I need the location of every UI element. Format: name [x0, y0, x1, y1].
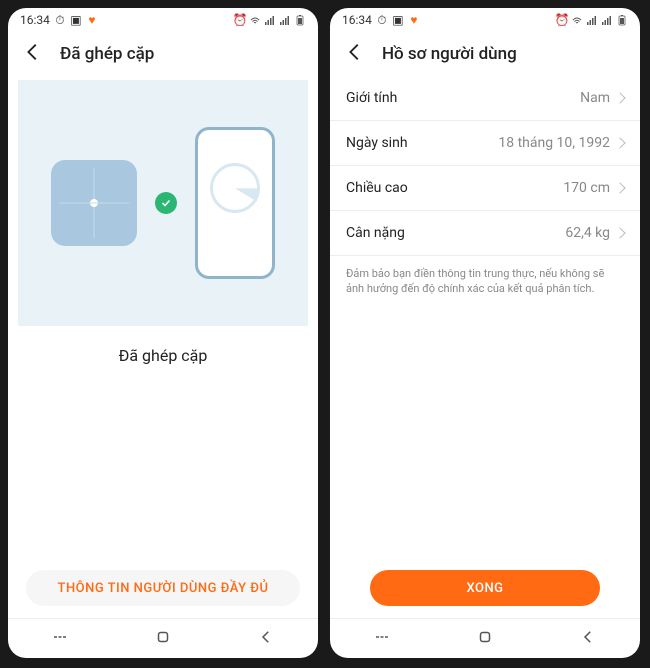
check-icon	[155, 192, 177, 214]
button-label: XONG	[466, 581, 503, 596]
chevron-right-icon	[614, 137, 625, 148]
wifi-icon	[249, 14, 261, 26]
back-button[interactable]	[344, 41, 366, 67]
home-button[interactable]	[154, 628, 172, 650]
alarm-icon: ⏰	[234, 14, 246, 26]
button-label: THÔNG TIN NGƯỜI DÙNG ĐẦY ĐỦ	[58, 581, 269, 596]
clock-icon: ⏱	[376, 14, 388, 26]
chevron-right-icon	[614, 227, 625, 238]
status-bar: 16:34 ⏱ ▣ ♥ ⏰	[330, 8, 640, 32]
battery-icon	[294, 14, 306, 26]
signal-icon	[279, 14, 291, 26]
android-navbar	[330, 618, 640, 658]
home-button[interactable]	[476, 628, 494, 650]
camera-icon: ▣	[70, 14, 82, 26]
wifi-icon	[571, 14, 583, 26]
battery-icon	[616, 14, 628, 26]
row-gender[interactable]: Giới tính Nam	[330, 76, 640, 121]
paired-status-text: Đã ghép cặp	[8, 346, 318, 365]
nav-back-button[interactable]	[579, 628, 597, 650]
row-value: 62,4 kg	[565, 225, 610, 241]
page-title: Đã ghép cặp	[60, 44, 154, 64]
nav-back-button[interactable]	[257, 628, 275, 650]
row-value: Nam	[580, 90, 610, 106]
signal-icon	[601, 14, 613, 26]
heart-icon: ♥	[86, 14, 98, 26]
status-time: 16:34	[342, 13, 372, 27]
header: Đã ghép cặp	[8, 32, 318, 76]
row-height[interactable]: Chiều cao 170 cm	[330, 166, 640, 211]
recents-button[interactable]	[51, 628, 69, 650]
signal-icon	[586, 14, 598, 26]
row-label: Cân nặng	[346, 225, 405, 241]
clock-icon: ⏱	[54, 14, 66, 26]
screen-paired: 16:34 ⏱ ▣ ♥ ⏰ Đã ghép cặp Đã ghép cặp TH…	[8, 8, 318, 658]
status-bar: 16:34 ⏱ ▣ ♥ ⏰	[8, 8, 318, 32]
chevron-right-icon	[614, 182, 625, 193]
row-label: Chiều cao	[346, 180, 408, 196]
status-time: 16:34	[20, 13, 50, 27]
pairing-illustration	[18, 80, 308, 326]
complete-profile-button[interactable]: THÔNG TIN NGƯỜI DÙNG ĐẦY ĐỦ	[26, 570, 300, 606]
signal-icon	[264, 14, 276, 26]
back-button[interactable]	[22, 41, 44, 67]
accuracy-hint: Đảm bảo bạn điền thông tin trung thực, n…	[330, 256, 640, 307]
page-title: Hồ sơ người dùng	[382, 44, 517, 64]
android-navbar	[8, 618, 318, 658]
alarm-icon: ⏰	[556, 14, 568, 26]
row-value: 170 cm	[563, 180, 610, 196]
heart-icon: ♥	[408, 14, 420, 26]
row-birthday[interactable]: Ngày sinh 18 tháng 10, 1992	[330, 121, 640, 166]
phone-device-icon	[195, 127, 275, 279]
chevron-right-icon	[614, 92, 625, 103]
header: Hồ sơ người dùng	[330, 32, 640, 76]
row-label: Ngày sinh	[346, 135, 408, 151]
screen-profile: 16:34 ⏱ ▣ ♥ ⏰ Hồ sơ người dùng Giới tính…	[330, 8, 640, 658]
camera-icon: ▣	[392, 14, 404, 26]
row-label: Giới tính	[346, 90, 397, 106]
done-button[interactable]: XONG	[370, 570, 600, 606]
recents-button[interactable]	[373, 628, 391, 650]
row-value: 18 tháng 10, 1992	[498, 135, 610, 151]
row-weight[interactable]: Cân nặng 62,4 kg	[330, 211, 640, 256]
scale-device-icon	[51, 160, 137, 246]
